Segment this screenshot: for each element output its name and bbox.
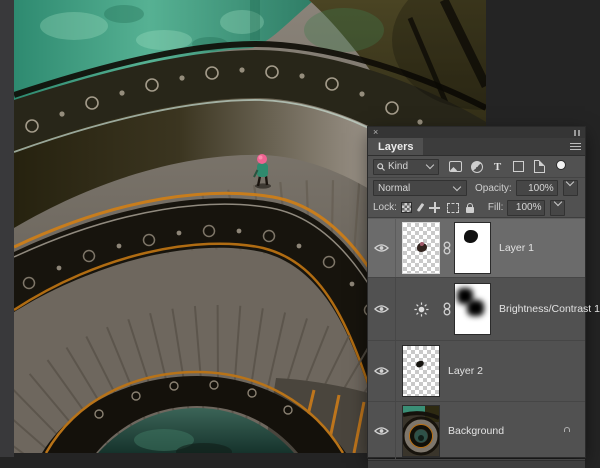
lock-label: Lock:	[373, 202, 397, 213]
layer-name: Brightness/Contrast 1	[499, 303, 600, 315]
fill-slider-button[interactable]	[550, 197, 566, 216]
layer-row-brightness-contrast[interactable]: Brightness/Contrast 1	[368, 278, 600, 341]
background-thumbnail[interactable]	[402, 404, 440, 457]
brightness-contrast-icon	[413, 301, 429, 317]
shape-layer-filter-icon[interactable]	[512, 161, 525, 173]
filter-toggle-icon[interactable]	[554, 159, 567, 171]
panel-tabbar: Layers	[368, 138, 585, 156]
panel-footer	[368, 460, 585, 468]
layer-row-layer2[interactable]: Layer 2	[368, 341, 585, 402]
filter-row: Kind T	[368, 156, 585, 178]
chevron-down-icon	[425, 160, 435, 170]
visibility-toggle[interactable]	[368, 278, 396, 340]
layer-filter-dropdown[interactable]: Kind	[373, 158, 439, 175]
fill-input[interactable]: 100%	[507, 199, 546, 216]
opacity-label: Opacity:	[475, 182, 512, 194]
link-icon[interactable]	[443, 241, 451, 255]
pixel-layer-filter-icon[interactable]	[449, 161, 462, 173]
lock-row: Lock: Fill: 100%	[368, 197, 585, 218]
move-lock-icon[interactable]	[428, 202, 440, 213]
eye-icon	[374, 426, 389, 435]
layer-name: Layer 2	[448, 365, 484, 377]
panel-titlebar: ×	[368, 127, 585, 138]
filter-kind-label: Kind	[388, 161, 409, 172]
eye-icon	[374, 367, 389, 375]
adjustment-layer-filter-icon[interactable]	[470, 160, 483, 173]
close-icon[interactable]: ×	[373, 128, 378, 137]
chevron-down-icon	[452, 182, 462, 191]
visibility-toggle[interactable]	[368, 341, 396, 401]
pasteboard-left-strip	[0, 0, 14, 457]
transparency-lock-icon[interactable]	[400, 202, 412, 213]
adjustment-mask-thumbnail[interactable]	[454, 283, 491, 335]
opacity-slider-button[interactable]	[562, 177, 578, 196]
layers-panel: × Layers Kind T Normal Opacity: 100% Loc…	[368, 127, 600, 468]
layer-row-background[interactable]: Background	[368, 402, 585, 460]
background-thumbnail-image	[403, 405, 439, 456]
opacity-input[interactable]: 100%	[515, 180, 558, 196]
layer-thumbnail[interactable]	[402, 345, 440, 397]
visibility-toggle[interactable]	[368, 402, 396, 459]
artboard-lock-icon[interactable]	[446, 202, 459, 213]
lock-all-icon[interactable]	[465, 202, 474, 213]
layer-name: Background	[448, 424, 505, 437]
visibility-toggle[interactable]	[368, 219, 396, 277]
smart-object-filter-icon[interactable]	[533, 160, 546, 173]
search-icon	[377, 162, 385, 171]
eye-icon	[374, 305, 389, 313]
fill-label: Fill:	[487, 202, 504, 213]
layer-row-layer1[interactable]: Layer 1	[368, 219, 585, 278]
blend-row: Normal Opacity: 100%	[368, 177, 585, 198]
eye-icon	[374, 244, 389, 252]
brush-lock-icon[interactable]	[416, 202, 425, 213]
blend-mode-dropdown[interactable]: Normal	[373, 180, 467, 196]
panel-menu-icon[interactable]	[565, 138, 585, 155]
photoshop-workspace: { "workspace": { "pasteboard_left_color"…	[0, 0, 600, 468]
type-layer-filter-icon[interactable]: T	[491, 161, 504, 173]
tab-layers[interactable]: Layers	[368, 138, 424, 155]
layer-list: Layer 1 Brightness/Contrast 1 Layer 2 Ba…	[368, 218, 600, 468]
blend-mode-value: Normal	[378, 182, 411, 194]
layer-thumbnail[interactable]	[402, 222, 440, 274]
layer-mask-thumbnail[interactable]	[454, 222, 491, 274]
layer-name: Layer 1	[499, 242, 535, 254]
collapse-icon[interactable]	[574, 129, 580, 136]
link-icon[interactable]	[443, 302, 451, 316]
